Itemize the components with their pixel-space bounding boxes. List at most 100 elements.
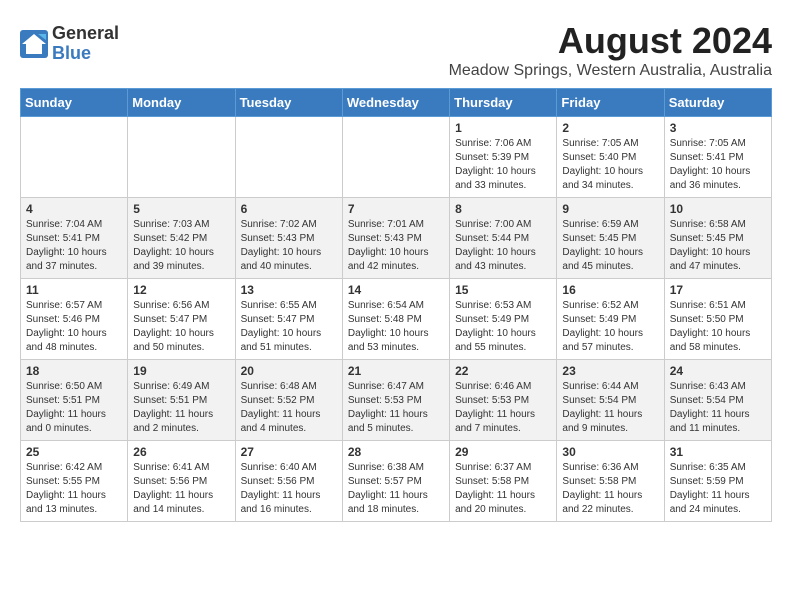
calendar-cell: 8Sunrise: 7:00 AM Sunset: 5:44 PM Daylig… [450,198,557,279]
day-info: Sunrise: 6:38 AM Sunset: 5:57 PM Dayligh… [348,461,444,517]
day-info: Sunrise: 6:48 AM Sunset: 5:52 PM Dayligh… [241,380,337,436]
day-header-wednesday: Wednesday [342,89,449,117]
day-number: 2 [562,121,658,135]
day-info: Sunrise: 7:05 AM Sunset: 5:40 PM Dayligh… [562,137,658,193]
calendar-cell: 22 Sunrise: 6:46 AM Sunset: 5:53 PM Dayli… [450,360,557,441]
calendar-week-5: 25 Sunrise: 6:42 AM Sunset: 5:55 PM Dayli… [21,441,772,522]
day-info: Sunrise: 6:44 AM Sunset: 5:54 PM Dayligh… [562,380,658,436]
day-number: 7 [348,202,444,216]
day-info: Sunrise: 6:47 AM Sunset: 5:53 PM Dayligh… [348,380,444,436]
day-number: 11 [26,283,122,297]
day-number: 19 [133,364,229,378]
day-info: Sunrise: 7:02 AM Sunset: 5:43 PM Dayligh… [241,218,337,274]
day-number: 23 [562,364,658,378]
calendar-cell: 25 Sunrise: 6:42 AM Sunset: 5:55 PM Dayli… [21,441,128,522]
calendar-cell: 14Sunrise: 6:54 AM Sunset: 5:48 PM Dayli… [342,279,449,360]
calendar-cell: 7 Sunrise: 7:01 AM Sunset: 5:43 PM Daylig… [342,198,449,279]
day-info: Sunrise: 6:46 AM Sunset: 5:53 PM Dayligh… [455,380,551,436]
day-info: Sunrise: 7:01 AM Sunset: 5:43 PM Dayligh… [348,218,444,274]
day-info: Sunrise: 6:42 AM Sunset: 5:55 PM Dayligh… [26,461,122,517]
day-info: Sunrise: 6:58 AM Sunset: 5:45 PM Dayligh… [670,218,766,274]
calendar-cell: 19 Sunrise: 6:49 AM Sunset: 5:51 PM Dayli… [128,360,235,441]
calendar-week-2: 4 Sunrise: 7:04 AM Sunset: 5:41 PM Daylig… [21,198,772,279]
calendar-cell: 18 Sunrise: 6:50 AM Sunset: 5:51 PM Dayli… [21,360,128,441]
logo-text: General Blue [52,24,119,64]
day-info: Sunrise: 6:55 AM Sunset: 5:47 PM Dayligh… [241,299,337,355]
calendar-cell: 30 Sunrise: 6:36 AM Sunset: 5:58 PM Dayli… [557,441,664,522]
day-number: 18 [26,364,122,378]
day-number: 15 [455,283,551,297]
calendar-cell [128,117,235,198]
calendar-header: SundayMondayTuesdayWednesdayThursdayFrid… [21,89,772,117]
calendar-cell [21,117,128,198]
calendar-table: SundayMondayTuesdayWednesdayThursdayFrid… [20,88,772,522]
day-info: Sunrise: 6:41 AM Sunset: 5:56 PM Dayligh… [133,461,229,517]
day-header-tuesday: Tuesday [235,89,342,117]
day-number: 28 [348,445,444,459]
calendar-cell: 12Sunrise: 6:56 AM Sunset: 5:47 PM Dayli… [128,279,235,360]
day-number: 16 [562,283,658,297]
calendar-cell: 31 Sunrise: 6:35 AM Sunset: 5:59 PM Dayli… [664,441,771,522]
day-number: 6 [241,202,337,216]
day-info: Sunrise: 6:35 AM Sunset: 5:59 PM Dayligh… [670,461,766,517]
calendar-week-1: 1 Sunrise: 7:06 AM Sunset: 5:39 PM Daylig… [21,117,772,198]
location-subtitle: Meadow Springs, Western Australia, Austr… [449,62,772,80]
day-number: 31 [670,445,766,459]
day-info: Sunrise: 6:43 AM Sunset: 5:54 PM Dayligh… [670,380,766,436]
calendar-cell: 29Sunrise: 6:37 AM Sunset: 5:58 PM Dayli… [450,441,557,522]
day-info: Sunrise: 7:03 AM Sunset: 5:42 PM Dayligh… [133,218,229,274]
calendar-cell: 28 Sunrise: 6:38 AM Sunset: 5:57 PM Dayli… [342,441,449,522]
calendar-cell: 16 Sunrise: 6:52 AM Sunset: 5:49 PM Dayli… [557,279,664,360]
day-info: Sunrise: 6:49 AM Sunset: 5:51 PM Dayligh… [133,380,229,436]
day-number: 30 [562,445,658,459]
calendar-cell: 11 Sunrise: 6:57 AM Sunset: 5:46 PM Dayli… [21,279,128,360]
day-number: 21 [348,364,444,378]
day-info: Sunrise: 6:52 AM Sunset: 5:49 PM Dayligh… [562,299,658,355]
month-year-title: August 2024 [449,20,772,62]
day-info: Sunrise: 7:06 AM Sunset: 5:39 PM Dayligh… [455,137,551,193]
day-number: 27 [241,445,337,459]
calendar-week-3: 11 Sunrise: 6:57 AM Sunset: 5:46 PM Dayli… [21,279,772,360]
day-number: 4 [26,202,122,216]
calendar-cell [235,117,342,198]
day-header-sunday: Sunday [21,89,128,117]
day-number: 1 [455,121,551,135]
day-header-saturday: Saturday [664,89,771,117]
calendar-cell: 2 Sunrise: 7:05 AM Sunset: 5:40 PM Daylig… [557,117,664,198]
page-header: General Blue August 2024 Meadow Springs,… [20,20,772,80]
calendar-cell: 3Sunrise: 7:05 AM Sunset: 5:41 PM Daylig… [664,117,771,198]
day-info: Sunrise: 6:50 AM Sunset: 5:51 PM Dayligh… [26,380,122,436]
calendar-cell: 1 Sunrise: 7:06 AM Sunset: 5:39 PM Daylig… [450,117,557,198]
calendar-cell: 24Sunrise: 6:43 AM Sunset: 5:54 PM Dayli… [664,360,771,441]
day-info: Sunrise: 7:04 AM Sunset: 5:41 PM Dayligh… [26,218,122,274]
calendar-cell: 15 Sunrise: 6:53 AM Sunset: 5:49 PM Dayli… [450,279,557,360]
day-number: 20 [241,364,337,378]
day-number: 8 [455,202,551,216]
day-number: 12 [133,283,229,297]
day-info: Sunrise: 6:37 AM Sunset: 5:58 PM Dayligh… [455,461,551,517]
logo-general: General [52,24,119,44]
day-header-thursday: Thursday [450,89,557,117]
day-info: Sunrise: 6:40 AM Sunset: 5:56 PM Dayligh… [241,461,337,517]
calendar-cell: 20 Sunrise: 6:48 AM Sunset: 5:52 PM Dayli… [235,360,342,441]
header-row: SundayMondayTuesdayWednesdayThursdayFrid… [21,89,772,117]
day-number: 10 [670,202,766,216]
calendar-body: 1 Sunrise: 7:06 AM Sunset: 5:39 PM Daylig… [21,117,772,522]
calendar-cell: 26 Sunrise: 6:41 AM Sunset: 5:56 PM Dayli… [128,441,235,522]
day-info: Sunrise: 6:36 AM Sunset: 5:58 PM Dayligh… [562,461,658,517]
logo: General Blue [20,24,119,64]
day-number: 17 [670,283,766,297]
day-info: Sunrise: 6:51 AM Sunset: 5:50 PM Dayligh… [670,299,766,355]
day-number: 26 [133,445,229,459]
calendar-cell: 6 Sunrise: 7:02 AM Sunset: 5:43 PM Daylig… [235,198,342,279]
day-info: Sunrise: 6:57 AM Sunset: 5:46 PM Dayligh… [26,299,122,355]
day-number: 25 [26,445,122,459]
calendar-cell: 9Sunrise: 6:59 AM Sunset: 5:45 PM Daylig… [557,198,664,279]
title-block: August 2024 Meadow Springs, Western Aust… [449,20,772,80]
day-info: Sunrise: 6:53 AM Sunset: 5:49 PM Dayligh… [455,299,551,355]
day-number: 22 [455,364,551,378]
calendar-week-4: 18 Sunrise: 6:50 AM Sunset: 5:51 PM Dayli… [21,360,772,441]
day-number: 9 [562,202,658,216]
day-number: 5 [133,202,229,216]
day-number: 3 [670,121,766,135]
